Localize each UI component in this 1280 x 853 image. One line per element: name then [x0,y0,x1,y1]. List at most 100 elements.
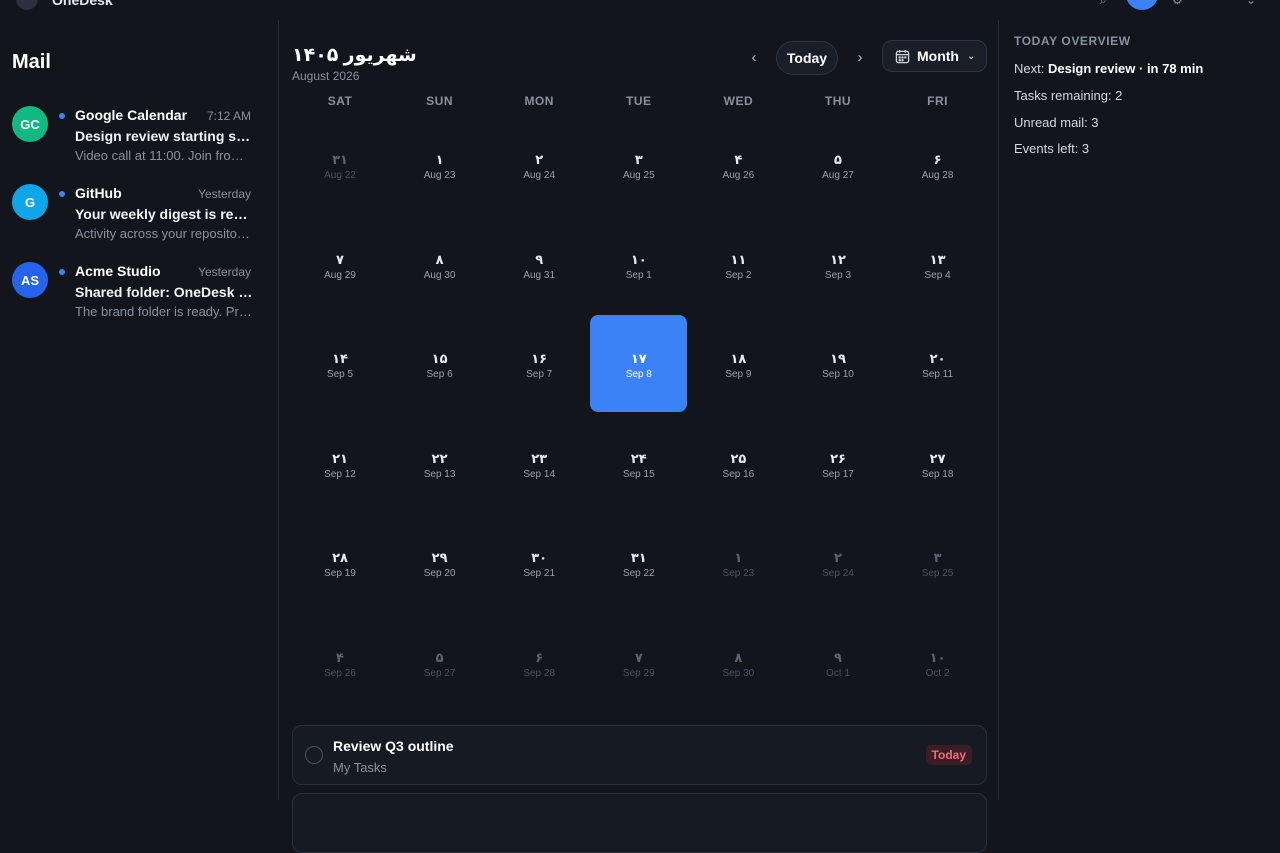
weekday-label: WED [723,94,754,108]
month-title: شهریور ۱۴۰۵ [292,45,417,66]
day-cell[interactable]: ۶ Aug 28 [889,116,986,213]
day-cell-today[interactable]: ۱۷ Sep 8 [590,315,688,413]
day-cell[interactable]: ۱۳ Sep 4 [889,216,986,313]
mail-list-item[interactable]: GC Google Calendar 7:12 AM Design review st… [0,103,279,181]
day-cell[interactable]: ۱۹ Sep 10 [790,315,887,412]
top-bar: OneDesk ⌕ ⚙ ⌄ [0,0,1280,20]
app-name: OneDesk [52,0,113,8]
day-cell[interactable]: ۳۱ Aug 22 [292,116,389,213]
day-cell[interactable]: ۱۸ Sep 9 [690,315,787,412]
day-cell[interactable]: ۳ Aug 25 [590,116,687,213]
task-card[interactable]: Review Q3 outline My Tasks Today [292,725,987,785]
day-date-gregorian: Oct 2 [925,668,950,679]
day-date-gregorian: Sep 8 [625,369,652,381]
day-date-gregorian: Sep 14 [523,468,556,480]
day-cell[interactable]: ۷ Sep 29 [590,614,687,711]
day-cell[interactable]: ۸ Sep 30 [690,614,787,711]
day-cell[interactable]: ۳۱ Sep 22 [590,514,687,611]
view-select-button[interactable]: Month ⌄ [882,40,987,72]
day-cell[interactable]: ۲۴ Sep 15 [590,415,687,512]
mail-sender: Google Calendar [75,107,188,123]
overview-heading: TODAY OVERVIEW [1014,34,1131,48]
day-cell[interactable]: ۱۵ Sep 6 [391,315,488,412]
day-cell[interactable]: ۱۰ Sep 1 [590,216,687,313]
day-date-gregorian: Sep 1 [625,269,652,281]
mail-sender: Acme Studio [75,263,161,279]
settings-icon[interactable]: ⚙ [1172,0,1186,8]
day-cell[interactable]: ۵ Sep 27 [391,614,488,711]
day-cell[interactable]: ۲۳ Sep 14 [491,415,588,512]
day-cell[interactable]: ۲۸ Sep 19 [292,514,389,611]
unread-dot [59,113,65,119]
day-cell[interactable]: ۱ Aug 23 [391,116,488,213]
day-date-gregorian: Aug 31 [523,269,556,281]
day-cell[interactable]: ۳۰ Sep 21 [491,514,588,611]
day-date-gregorian: Sep 28 [523,668,556,679]
day-number-persian: ۱۲ [830,251,846,267]
day-cell[interactable]: ۹ Oct 1 [790,614,887,711]
today-button[interactable]: Today [776,41,838,75]
day-number-persian: ۲ [834,550,842,566]
day-number-persian: ۱ [435,152,444,167]
task-checkbox[interactable] [305,746,323,764]
day-cell[interactable]: ۱۰ Oct 2 [889,614,986,711]
day-cell[interactable]: ۹ Aug 31 [491,216,588,313]
mail-preview: Activity across your repositori… [75,226,253,241]
next-month-button[interactable]: › [850,48,870,68]
day-cell[interactable]: ۶ Sep 28 [491,614,588,711]
day-number-persian: ۲ [535,152,544,167]
day-number-persian: ۱۸ [730,351,747,367]
day-date-gregorian: Aug 30 [423,269,456,281]
day-number-persian: ۱۷ [630,351,647,367]
menu-chevron-icon[interactable]: ⌄ [1246,0,1260,8]
day-number-persian: ۱۰ [630,251,647,267]
day-number-persian: ۶ [933,152,942,167]
day-date-gregorian: Sep 30 [722,668,755,679]
day-cell[interactable]: ۲ Sep 24 [790,514,887,611]
mail-list-item[interactable]: AS Acme Studio Yesterday Shared folder: One… [0,259,279,337]
prev-month-button[interactable]: ‹ [744,48,764,68]
day-date-gregorian: Aug 27 [822,170,854,181]
overview-events-left: Events left: 3 [1014,141,1090,156]
task-title: Review Q3 outline [333,738,454,754]
day-date-gregorian: Sep 5 [326,369,354,381]
day-cell[interactable]: ۱۱ Sep 2 [690,216,787,313]
mail-sender: GitHub [75,185,122,201]
day-cell[interactable]: ۴ Sep 26 [292,614,389,711]
overview-next[interactable]: Next: Design review · in 78 min [1014,61,1203,76]
day-number-persian: ۲۳ [531,450,548,466]
overview-panel: TODAY OVERVIEW Next: Design review · in … [1000,20,1280,800]
day-number-persian: ۲۸ [332,550,348,566]
day-cell[interactable]: ۳ Sep 25 [889,514,986,611]
day-number-persian: ۵ [435,650,444,665]
day-number-persian: ۱۴ [332,351,348,367]
day-cell[interactable]: ۱۶ Sep 7 [491,315,588,412]
day-cell[interactable]: ۵ Aug 27 [790,116,887,213]
mail-list-item[interactable]: G GitHub Yesterday Your weekly digest is re… [0,181,279,259]
day-cell[interactable]: ۷ Aug 29 [292,216,389,313]
day-cell[interactable]: ۲۲ Sep 13 [391,415,488,512]
user-avatar[interactable] [1126,0,1158,10]
day-cell[interactable]: ۲۱ Sep 12 [292,415,389,512]
day-number-persian: ۳۱ [332,152,348,167]
day-cell[interactable]: ۱۴ Sep 5 [292,315,389,412]
avatar: G [12,184,48,220]
day-cell[interactable]: ۱۲ Sep 3 [790,216,887,313]
day-cell[interactable]: ۲ Aug 24 [491,116,588,213]
day-cell[interactable]: ۲۹ Sep 20 [391,514,488,611]
day-cell[interactable]: ۱ Sep 23 [690,514,787,611]
weekday-label: TUE [626,94,652,108]
task-card-partial[interactable] [292,793,987,853]
mail-subject: Design review starting soon [75,128,253,144]
day-cell[interactable]: ۲۵ Sep 16 [690,415,787,512]
day-number-persian: ۳ [933,550,942,566]
day-cell[interactable]: ۴ Aug 26 [690,116,787,213]
day-cell[interactable]: ۲۷ Sep 18 [889,415,986,512]
day-cell[interactable]: ۲۶ Sep 17 [790,415,887,512]
search-icon[interactable]: ⌕ [1100,0,1114,8]
day-number-persian: ۵ [834,152,842,167]
weekday-label: MON [524,94,554,108]
day-cell[interactable]: ۸ Aug 30 [391,216,488,313]
day-number-persian: ۲۶ [830,450,846,466]
day-cell[interactable]: ۲۰ Sep 11 [889,315,986,412]
